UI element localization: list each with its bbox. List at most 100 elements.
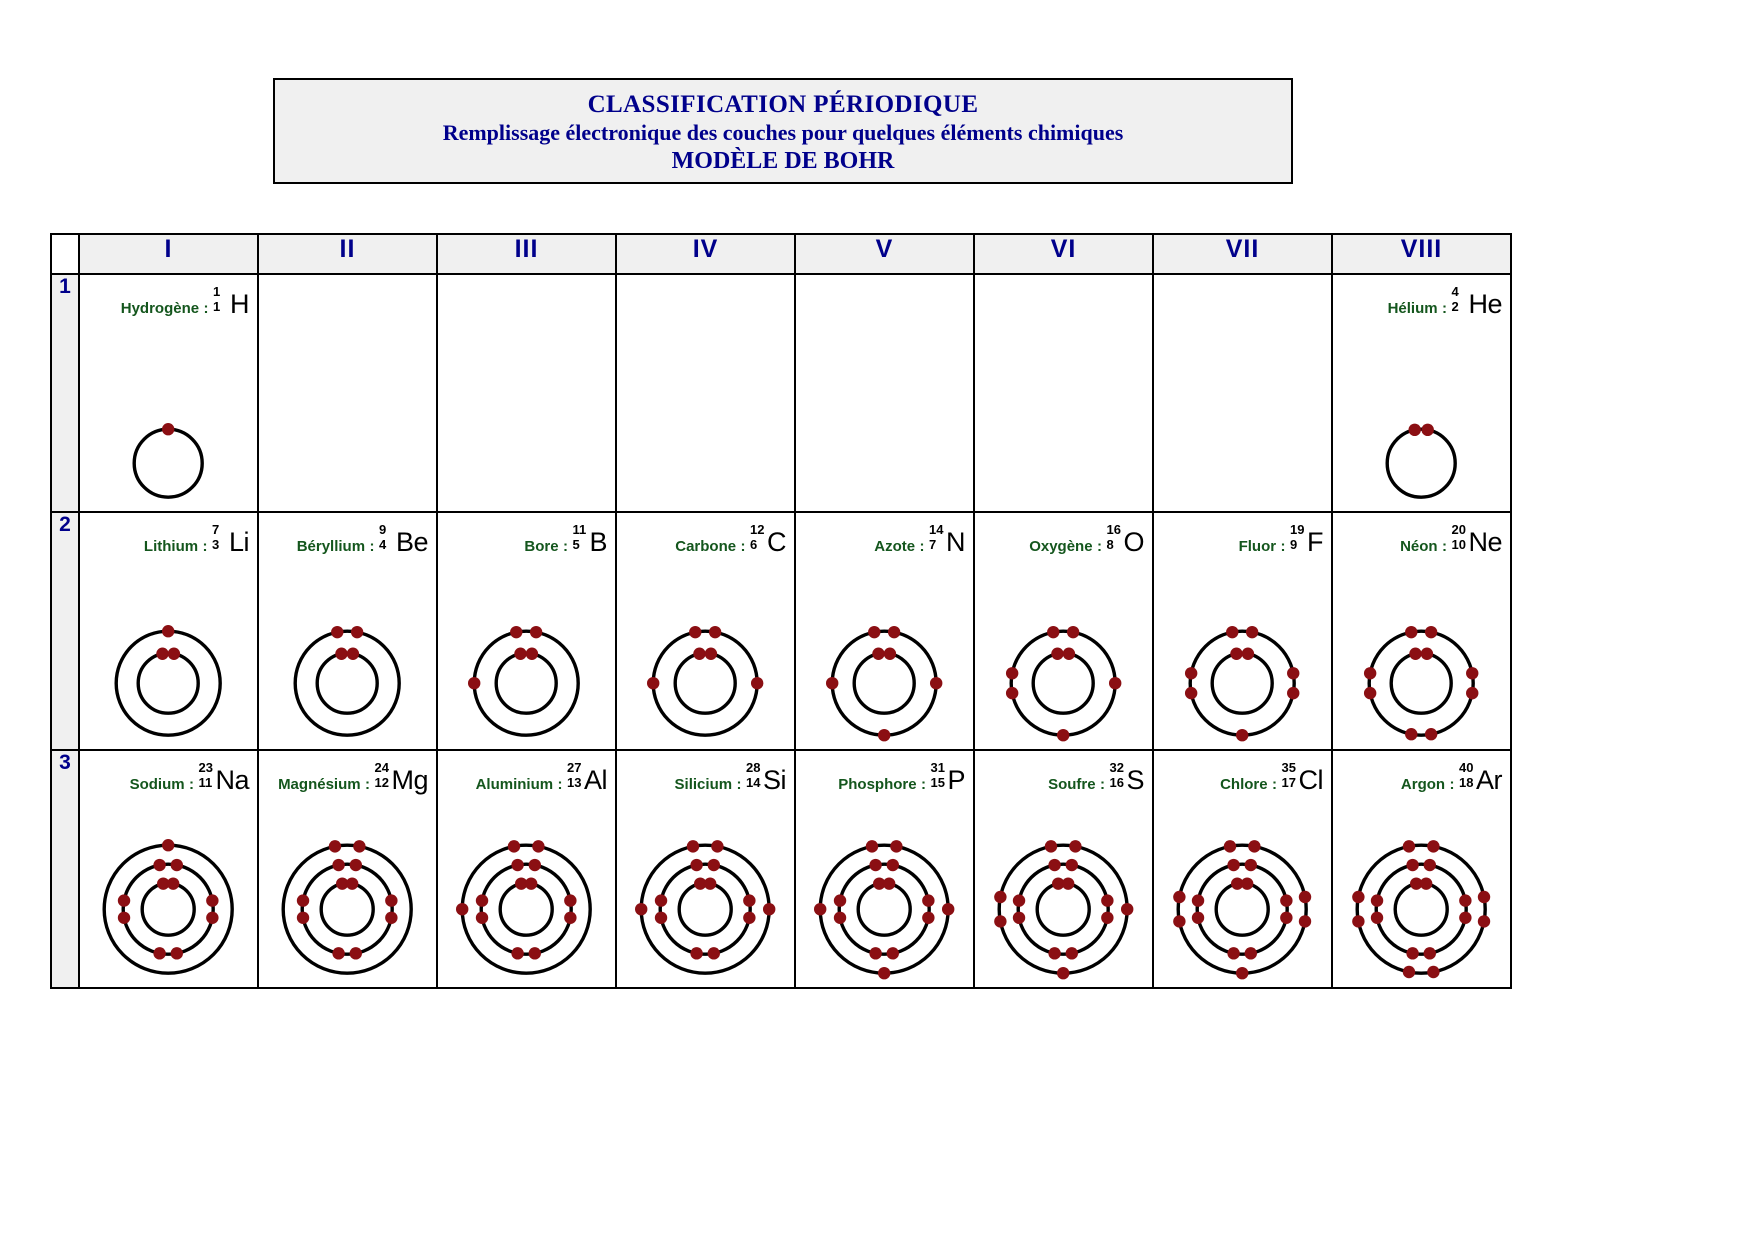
electron-shell-2 [300, 862, 395, 956]
element-name: Hélium [1387, 300, 1438, 317]
group-header-vi: VI [973, 233, 1154, 275]
element-symbol: Be [395, 527, 429, 557]
electron-shell-1 [1210, 651, 1275, 715]
element-label-separator: : [365, 776, 371, 793]
electron-shell2-5 [878, 728, 891, 742]
mass-number: 28 [745, 760, 761, 775]
electron-shell2-1 [511, 858, 525, 871]
electron-shell2-7 [1065, 946, 1079, 960]
element-symbol: S [1126, 765, 1144, 795]
electron-shell-2 [837, 862, 932, 956]
electron-shell1-2 [168, 647, 181, 660]
electron-shell3-3 [994, 914, 1007, 928]
electron-shell1-2 [1062, 877, 1075, 890]
bohr-atom-diagram [814, 839, 955, 980]
electron-shell3-2 [1248, 839, 1261, 853]
electron-shell1-2 [347, 647, 360, 660]
element-name: Azote [874, 538, 916, 555]
electron-shell1-2 [705, 647, 718, 660]
bohr-diagram-wrapper [259, 835, 436, 983]
mass-number: 27 [566, 760, 582, 775]
corner-header [50, 233, 80, 275]
electron-shell2-8 [869, 946, 883, 960]
electron-shell2-5 [1280, 894, 1293, 907]
atomic-number: 7 [929, 537, 937, 552]
atomic-number: 18 [1459, 775, 1474, 790]
atomic-number: 12 [374, 775, 389, 790]
electron-shell-1 [498, 881, 555, 937]
electron-shell2-2 [349, 858, 363, 871]
atomic-number: 14 [745, 775, 761, 790]
bohr-atom-diagram [1185, 625, 1300, 742]
electron-shell3-1 [1403, 839, 1416, 853]
element-name: Oxygène [1029, 538, 1093, 555]
electron-shell-1 [677, 881, 734, 937]
element-cell-s: Soufre : 32 16 S [973, 749, 1154, 989]
element-symbol: He [1468, 289, 1502, 319]
electron-shell-2 [1374, 862, 1469, 956]
electron-shell3-7 [1236, 966, 1249, 980]
electron-shell2-8 [1227, 946, 1241, 960]
element-label: Sodium : 23 11 Na [80, 761, 250, 795]
electron-shell2-4 [118, 894, 131, 907]
electron-shell3-6 [1057, 966, 1070, 980]
electron-shell3-2 [711, 839, 724, 853]
electron-shell3-1 [1224, 839, 1237, 853]
atomic-number: 9 [1290, 537, 1298, 552]
empty-cell-p1-g6 [973, 273, 1154, 513]
electron-shell2-1 [1047, 625, 1060, 638]
electron-shell1-1 [693, 647, 706, 660]
electron-shell-2 [1195, 862, 1290, 956]
element-symbol: Si [762, 765, 787, 795]
electron-shell2-1 [690, 858, 704, 871]
bohr-atom-diagram [132, 422, 205, 499]
electron-shell-2 [1009, 629, 1118, 737]
element-symbol: P [947, 765, 965, 795]
element-symbol: H [230, 289, 250, 319]
electron-shell-1 [136, 651, 201, 715]
electron-shell2-6 [1057, 728, 1070, 742]
electron-shell-1 [1389, 651, 1454, 715]
element-label-separator: : [1442, 300, 1448, 317]
element-cell-mg: Magnésium : 24 12 Mg [257, 749, 438, 989]
title-banner: CLASSIFICATION PÉRIODIQUE Remplissage él… [273, 78, 1293, 184]
group-header-iii: III [436, 233, 617, 275]
electron-shell-2 [651, 629, 760, 737]
electron-shell2-3 [834, 911, 847, 924]
element-label: Carbone : 12 6 C [617, 523, 786, 556]
element-name: Fluor [1238, 538, 1277, 555]
electron-shell2-8 [511, 946, 525, 960]
electron-shell-1 [132, 427, 205, 499]
electron-shell2-3 [1013, 911, 1026, 924]
electron-shell1-1 [1051, 647, 1064, 660]
electron-shell-1 [315, 651, 380, 715]
electron-shell1-2 [167, 877, 180, 890]
element-cell-ar: Argon : 40 18 Ar [1331, 749, 1512, 989]
element-numbers: 19 9 [1290, 523, 1307, 552]
bohr-diagram-wrapper [1154, 621, 1331, 745]
mass-number: 16 [1106, 522, 1121, 537]
bohr-diagram-wrapper [1154, 835, 1331, 983]
bohr-atom-diagram [1352, 839, 1491, 978]
element-label-separator: : [563, 538, 569, 555]
element-label: Chlore : 35 17 Cl [1154, 761, 1324, 795]
element-numbers: 31 15 [930, 760, 947, 789]
electron-shell2-1 [1406, 858, 1420, 871]
electron-shell2-2 [1065, 858, 1079, 871]
electron-shell1-2 [704, 877, 717, 890]
mass-number: 7 [211, 522, 220, 537]
bohr-atom-diagram [1385, 423, 1458, 499]
electron-shell2-1 [332, 858, 346, 871]
element-name: Magnésium [278, 776, 361, 793]
mass-number: 31 [930, 760, 945, 775]
bohr-diagram-wrapper [80, 835, 257, 983]
element-label: Soufre : 32 16 S [975, 761, 1144, 795]
electron-shell1-1 [1408, 423, 1422, 436]
element-symbol: Na [215, 765, 249, 795]
title-line-1: CLASSIFICATION PÉRIODIQUE [587, 90, 979, 118]
electron-shell2-8 [153, 946, 167, 960]
electron-shell-1 [1385, 427, 1458, 499]
element-symbol: Cl [1298, 765, 1324, 795]
element-numbers: 32 16 [1109, 761, 1126, 789]
element-numbers: 35 17 [1282, 761, 1299, 789]
